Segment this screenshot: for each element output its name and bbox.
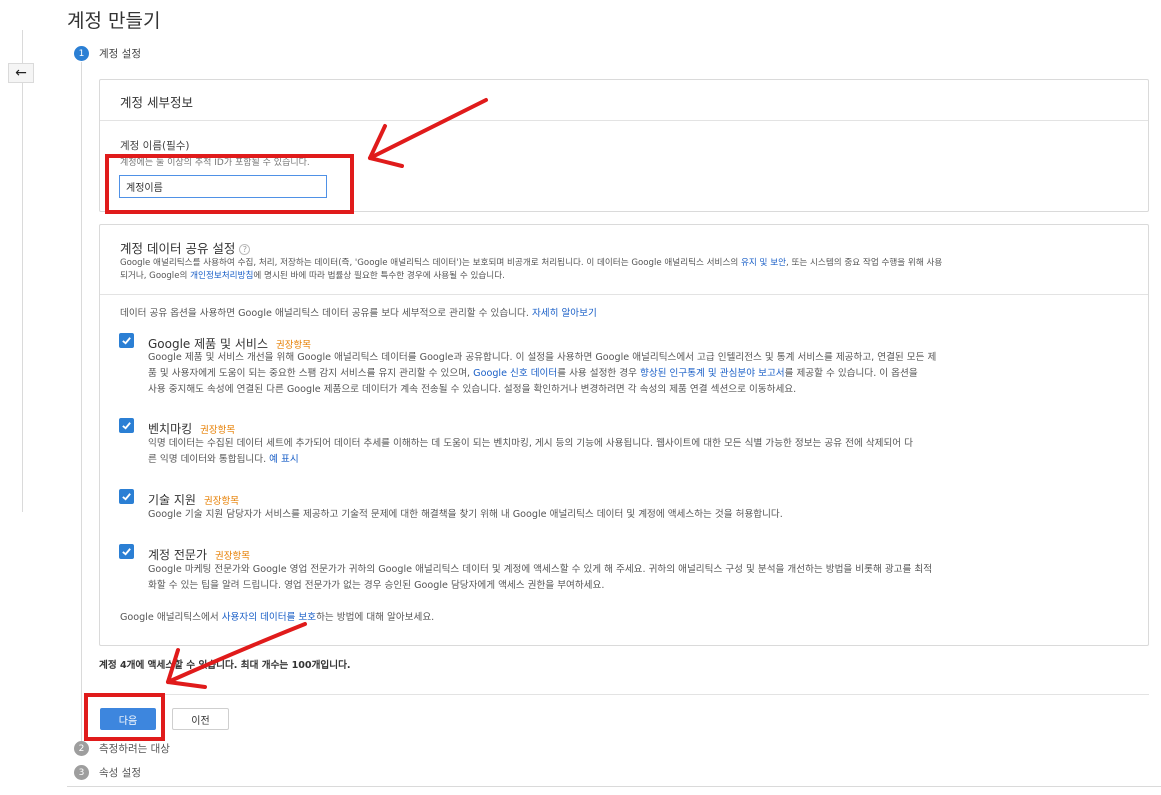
card-divider <box>100 120 1148 121</box>
option-desc-line: Google 기술 지원 담당자가 서비스를 제공하고 기술적 문제에 대한 해… <box>148 509 783 520</box>
data-sharing-title: 계정 데이터 공유 설정? <box>120 238 251 257</box>
step-track <box>81 62 82 744</box>
check-icon <box>122 337 131 345</box>
recommended-badge: 권장항목 <box>200 425 236 436</box>
option-desc-line: 화할 수 있는 팁을 알려 드립니다. 영업 전문가가 없는 경우 승인된 Go… <box>148 580 605 591</box>
footer-text-a: Google 애널리틱스에서 <box>120 612 222 623</box>
option-title: 계정 전문가 <box>148 548 208 562</box>
demographics-report-link[interactable]: 향상된 인구통계 및 관심분야 보고서 <box>640 368 785 379</box>
data-protection-link[interactable]: 사용자의 데이터를 보호 <box>222 612 316 623</box>
section-divider <box>99 694 1149 695</box>
option-title: 기술 지원 <box>148 493 196 507</box>
left-rail-divider <box>22 30 23 512</box>
benchmarking-option: 벤치마킹 권장항목 <box>148 418 235 437</box>
help-icon[interactable]: ? <box>239 244 251 255</box>
option-desc-line: 른 익명 데이터와 통합됩니다. <box>148 454 270 465</box>
back-button[interactable]: ← <box>8 63 34 83</box>
back-arrow-icon: ← <box>15 65 27 81</box>
step-number-badge: 2 <box>74 741 89 756</box>
option-desc-line: Google 마케팅 전문가와 Google 영업 전문가가 귀하의 Googl… <box>148 564 933 575</box>
account-specialist-checkbox[interactable] <box>119 544 134 559</box>
security-link[interactable]: 유지 및 보안 <box>741 258 786 268</box>
option-desc-line: 를 제공할 수 있습니다. 이 옵션을 <box>784 368 918 379</box>
technical-support-option: 기술 지원 권장항목 <box>148 489 239 508</box>
step-label: 측정하려는 대상 <box>99 743 170 755</box>
footer-text-b: 하는 방법에 대해 알아보세요. <box>316 612 435 623</box>
step-number-badge: 3 <box>74 765 89 780</box>
account-name-label: 계정 이름(필수) <box>120 140 190 152</box>
page-title: 계정 만들기 <box>67 10 161 32</box>
intro-text: 데이터 공유 옵션을 사용하면 Google 애널리틱스 데이터 공유를 보다 … <box>120 308 532 319</box>
desc-text-d: 에 명시된 바에 따라 법률상 필요한 특수한 경우에 사용될 수 있습니다. <box>253 271 505 281</box>
account-limit-note: 계정 4개에 액세스할 수 있습니다. 최대 개수는 100개입니다. <box>99 660 351 671</box>
data-sharing-card: 계정 데이터 공유 설정? Google 애널리틱스를 사용하여 수집, 처리,… <box>99 224 1149 646</box>
learn-more-link[interactable]: 자세히 알아보기 <box>532 308 597 319</box>
technical-support-description: Google 기술 지원 담당자가 서비스를 제공하고 기술적 문제에 대한 해… <box>148 507 1133 523</box>
example-link[interactable]: 예 표시 <box>269 454 299 465</box>
option-desc-line: 사용 중지해도 속성에 연결된 다른 Google 제품으로 데이터가 계속 전… <box>148 384 797 395</box>
privacy-policy-link[interactable]: 개인정보처리방침 <box>190 271 253 281</box>
check-icon <box>122 548 131 556</box>
desc-text-a: Google 애널리틱스를 사용하여 수집, 처리, 저장하는 데이터(즉, '… <box>120 258 742 268</box>
option-title: 벤치마킹 <box>148 422 193 436</box>
step-label: 계정 설정 <box>99 48 141 60</box>
step-1[interactable]: 1 계정 설정 <box>74 46 141 61</box>
step-3[interactable]: 3 속성 설정 <box>74 765 141 780</box>
previous-button[interactable]: 이전 <box>172 708 229 730</box>
bottom-divider <box>67 786 1161 787</box>
account-specialist-description: Google 마케팅 전문가와 Google 영업 전문가가 귀하의 Googl… <box>148 562 1133 594</box>
option-desc-line: 품 및 사용자에게 도움이 되는 중요한 스팸 감지 서비스를 유지 관리할 수… <box>148 368 474 379</box>
account-details-title: 계정 세부정보 <box>120 95 193 110</box>
option-desc-line: 익명 데이터는 수집된 데이터 세트에 추가되어 데이터 추세를 이해하는 데 … <box>148 438 914 449</box>
google-products-description: Google 제품 및 서비스 개선을 위해 Google 애널리틱스 데이터를… <box>148 350 1133 398</box>
data-sharing-intro: 데이터 공유 옵션을 사용하면 Google 애널리틱스 데이터 공유를 보다 … <box>120 306 597 322</box>
data-sharing-title-text: 계정 데이터 공유 설정 <box>120 241 236 256</box>
option-desc-line: 를 사용 설정한 경우 <box>557 368 641 379</box>
annotation-box-next-button <box>84 693 165 741</box>
card-divider <box>100 294 1148 295</box>
data-protection-footer: Google 애널리틱스에서 사용자의 데이터를 보호하는 방법에 대해 알아보… <box>120 610 434 626</box>
benchmarking-checkbox[interactable] <box>119 418 134 433</box>
google-signals-link[interactable]: Google 신호 데이터 <box>473 368 557 379</box>
step-label: 속성 설정 <box>99 767 141 779</box>
desc-text-c: 되거나, Google의 <box>120 271 191 281</box>
technical-support-checkbox[interactable] <box>119 489 134 504</box>
desc-text-b: , 또는 시스템의 중요 작업 수행을 위해 사용 <box>786 258 943 268</box>
recommended-badge: 권장항목 <box>203 496 239 507</box>
option-title: Google 제품 및 서비스 <box>148 337 269 351</box>
recommended-badge: 권장항목 <box>215 551 250 562</box>
account-specialist-option: 계정 전문가 권장항목 <box>148 544 250 563</box>
option-desc-line: Google 제품 및 서비스 개선을 위해 Google 애널리틱스 데이터를… <box>148 352 937 363</box>
google-products-checkbox[interactable] <box>119 333 134 348</box>
benchmarking-description: 익명 데이터는 수집된 데이터 세트에 추가되어 데이터 추세를 이해하는 데 … <box>148 436 1133 468</box>
step-number-badge: 1 <box>74 46 89 61</box>
annotation-box-account-name <box>105 154 354 214</box>
data-sharing-description: Google 애널리틱스를 사용하여 수집, 처리, 저장하는 데이터(즉, '… <box>120 257 1140 283</box>
step-2[interactable]: 2 측정하려는 대상 <box>74 741 170 756</box>
check-icon <box>122 493 131 501</box>
check-icon <box>122 422 131 430</box>
